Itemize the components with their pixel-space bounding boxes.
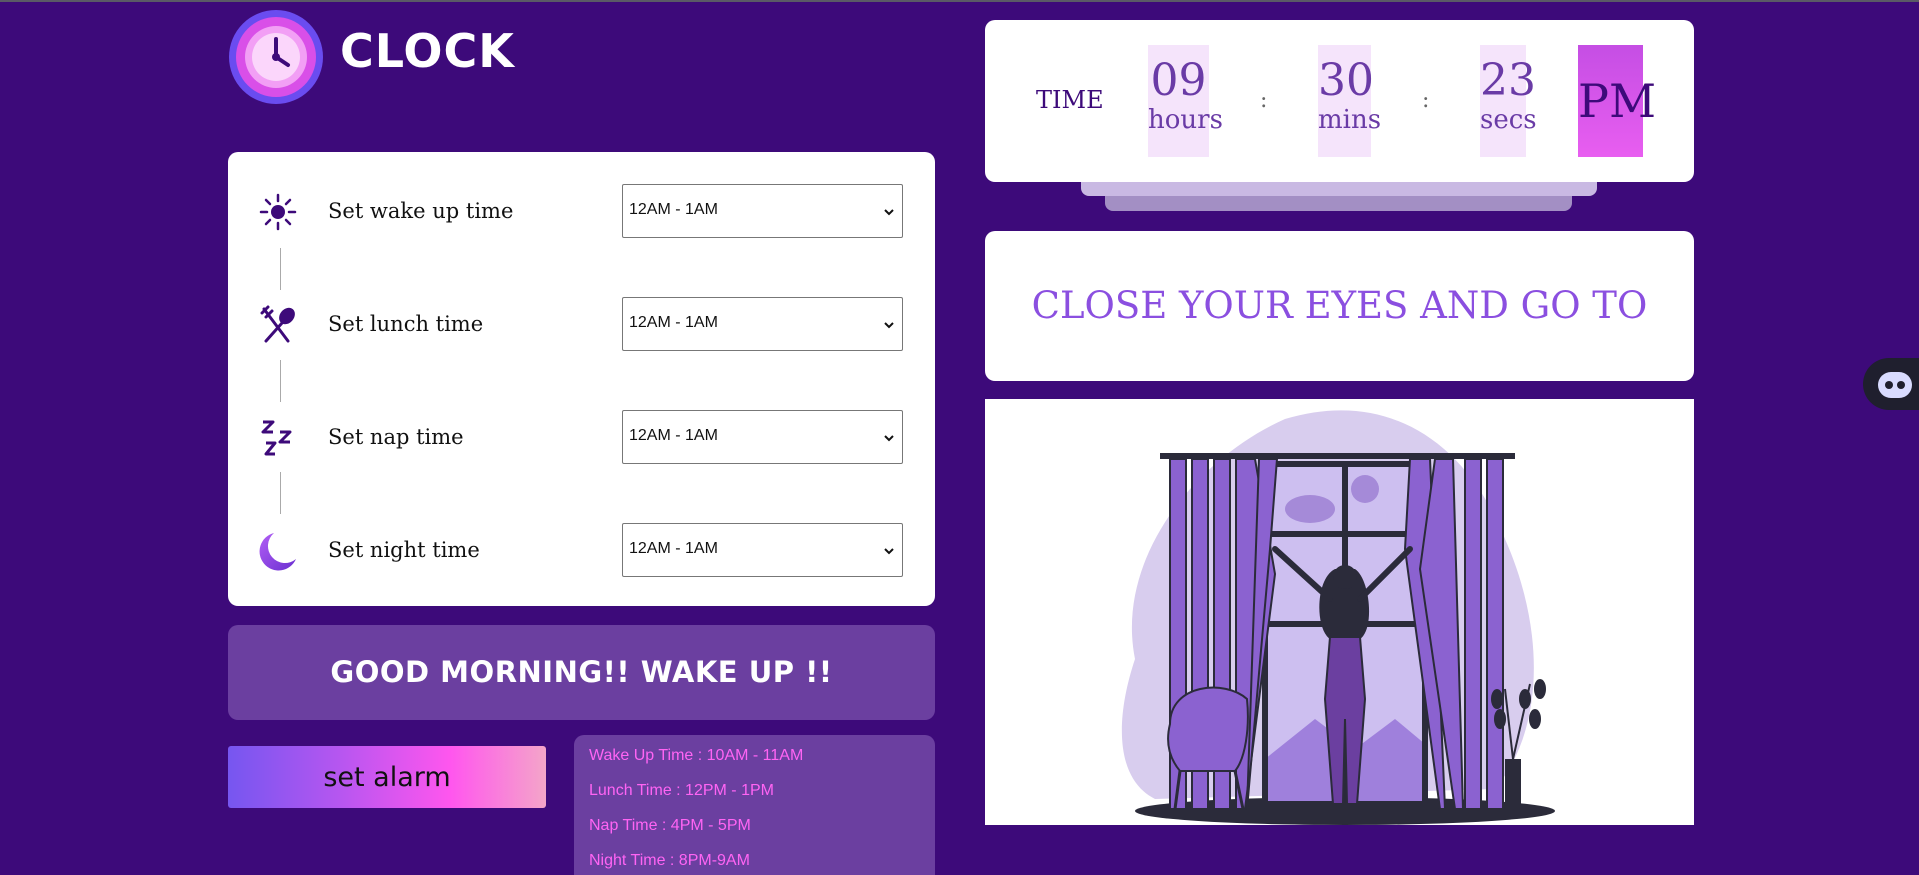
lunch-row: Set lunch time 12AM - 1AM — [228, 295, 935, 355]
mins-value: 30 — [1318, 55, 1374, 106]
app-title: CLOCK — [340, 24, 515, 78]
divider-line — [280, 360, 281, 402]
hours-box: 09 hours — [1148, 45, 1223, 157]
chevron-down-icon — [884, 322, 894, 329]
mins-unit: mins — [1318, 105, 1382, 135]
floating-assistant-widget[interactable] — [1863, 358, 1919, 410]
time-separator: : — [1422, 88, 1430, 113]
chevron-down-icon — [884, 548, 894, 555]
secs-box: 23 secs — [1480, 45, 1537, 157]
assistant-face-icon — [1878, 372, 1912, 398]
time-settings-card: Set wake up time 12AM - 1AM Set lunch ti… — [228, 152, 935, 606]
sun-icon — [259, 193, 297, 231]
ampm-indicator: PM — [1578, 45, 1656, 157]
nap-select-value: 12AM - 1AM — [629, 427, 718, 444]
woman-opening-curtains-image — [1121, 410, 1555, 825]
chevron-down-icon — [884, 435, 894, 442]
clock-logo-icon — [229, 10, 323, 104]
night-row: Set night time 12AM - 1AM — [228, 521, 935, 581]
mins-box: 30 mins — [1318, 45, 1382, 157]
hours-unit: hours — [1148, 105, 1223, 135]
nap-label: Set nap time — [328, 425, 464, 449]
status-message: CLOSE YOUR EYES AND GO TO SLEEP — [985, 231, 1694, 477]
wake-up-select[interactable]: 12AM - 1AM — [622, 184, 903, 238]
night-select[interactable]: 12AM - 1AM — [622, 523, 903, 577]
nap-select[interactable]: 12AM - 1AM — [622, 410, 903, 464]
night-schedule: Night Time : 8PM-9AM — [589, 852, 750, 869]
secs-value: 23 — [1480, 55, 1536, 106]
divider-line — [280, 248, 281, 290]
top-border — [0, 0, 1919, 2]
nap-schedule: Nap Time : 4PM - 5PM — [589, 817, 751, 834]
time-separator: : — [1260, 88, 1268, 113]
wake-up-row: Set wake up time 12AM - 1AM — [228, 182, 935, 242]
wake-up-schedule: Wake Up Time : 10AM - 11AM — [589, 747, 804, 764]
chevron-down-icon — [884, 209, 894, 216]
wake-up-illustration — [985, 399, 1694, 825]
lunch-label: Set lunch time — [328, 312, 484, 336]
time-label: TIME — [1036, 86, 1104, 114]
set-alarm-button[interactable]: set alarm — [228, 746, 546, 808]
wake-up-label: Set wake up time — [328, 199, 514, 223]
wake-up-select-value: 12AM - 1AM — [629, 201, 718, 218]
lunch-schedule: Lunch Time : 12PM - 1PM — [589, 782, 774, 799]
zzz-icon — [261, 420, 292, 456]
hours-value: 09 — [1150, 55, 1207, 106]
night-label: Set night time — [328, 538, 480, 562]
lunch-select-value: 12AM - 1AM — [629, 314, 718, 331]
lunch-select[interactable]: 12AM - 1AM — [622, 297, 903, 351]
nap-row: Set nap time 12AM - 1AM — [228, 408, 935, 468]
secs-unit: secs — [1480, 105, 1537, 135]
time-display-card: TIME 09 hours : 30 mins : 23 secs PM — [985, 20, 1694, 182]
greeting-banner: GOOD MORNING!! WAKE UP !! — [228, 625, 935, 720]
divider-line — [280, 472, 281, 514]
moon-icon — [259, 533, 296, 571]
night-select-value: 12AM - 1AM — [629, 540, 718, 557]
schedule-panel: Wake Up Time : 10AM - 11AM Lunch Time : … — [574, 735, 935, 875]
fork-spoon-icon — [260, 305, 295, 343]
